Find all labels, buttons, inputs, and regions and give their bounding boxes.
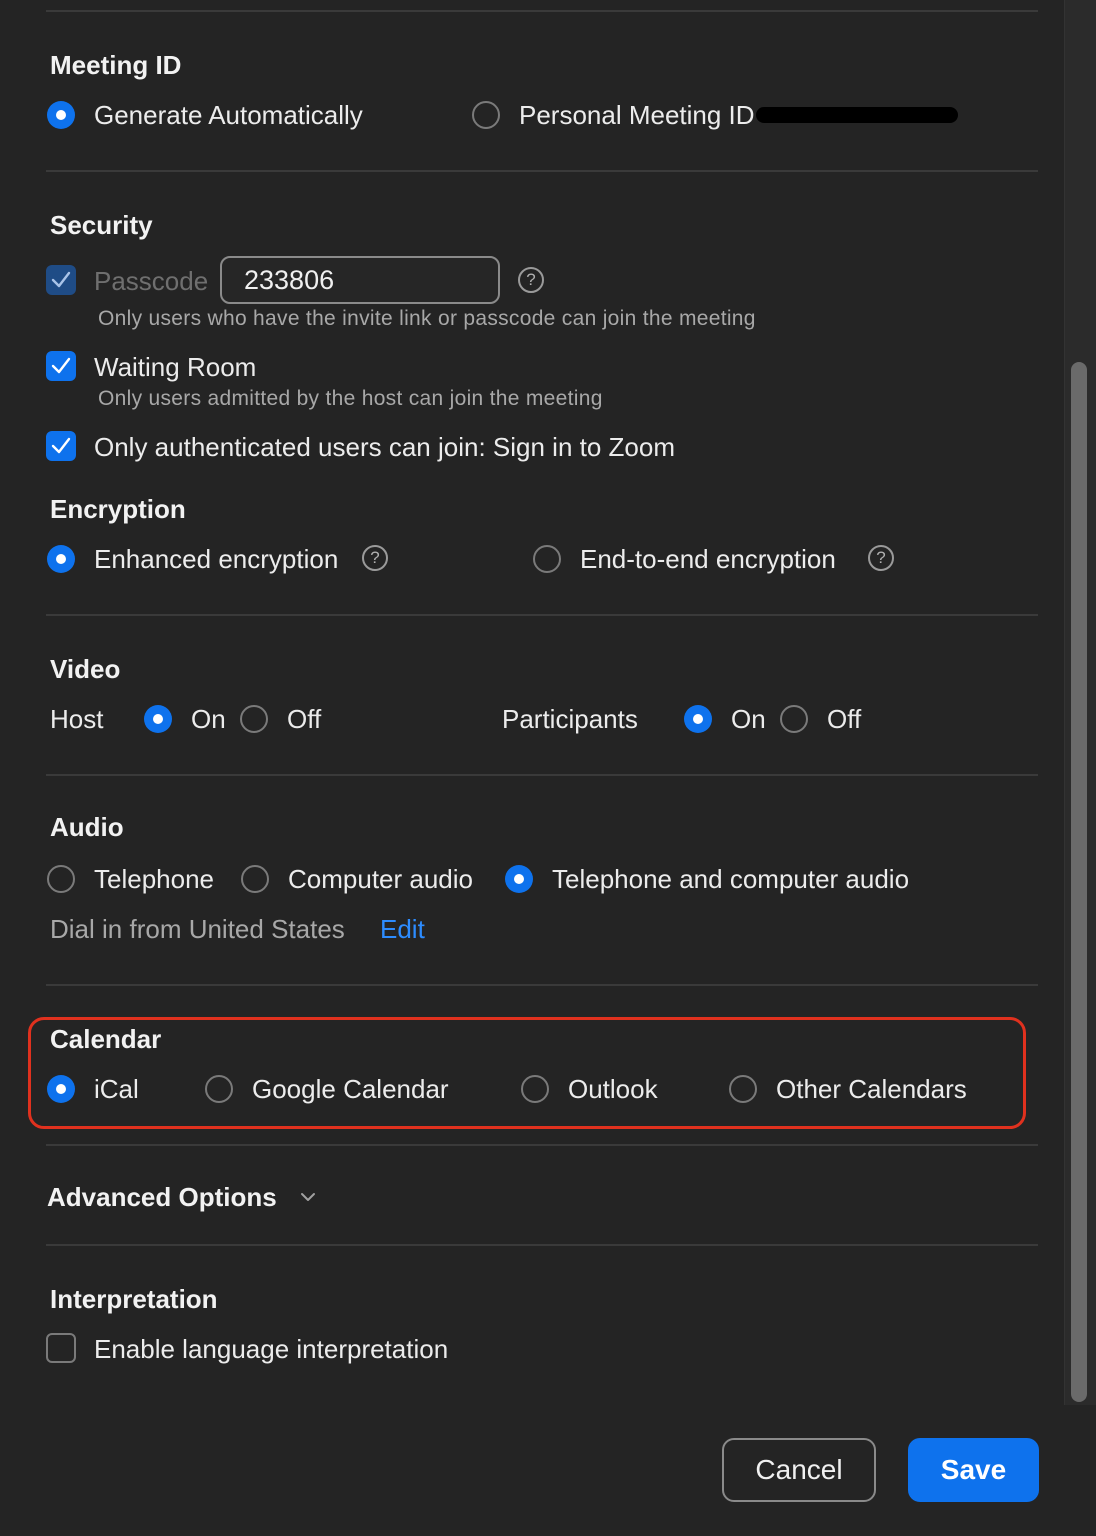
telephone-and-computer-audio-label[interactable]: Telephone and computer audio <box>552 863 909 895</box>
outlook-label[interactable]: Outlook <box>568 1073 658 1105</box>
encryption-title: Encryption <box>50 494 186 524</box>
outlook-radio[interactable] <box>521 1075 549 1103</box>
top-divider <box>46 10 1038 12</box>
host-video-on-label[interactable]: On <box>191 703 226 735</box>
generate-automatically-label[interactable]: Generate Automatically <box>94 99 363 131</box>
host-label: Host <box>50 704 104 734</box>
host-video-off-label[interactable]: Off <box>287 703 321 735</box>
ical-radio[interactable] <box>47 1075 75 1103</box>
interpretation-title: Interpretation <box>50 1284 218 1314</box>
end-to-end-encryption-help-icon[interactable]: ? <box>868 545 894 571</box>
enhanced-encryption-radio[interactable] <box>47 545 75 573</box>
divider-video <box>46 774 1038 776</box>
participants-label: Participants <box>502 704 638 734</box>
passcode-input[interactable] <box>220 256 500 304</box>
passcode-checkbox[interactable] <box>46 265 76 295</box>
checkmark-icon <box>51 357 71 374</box>
participants-video-off-label[interactable]: Off <box>827 703 861 735</box>
passcode-label: Passcode <box>94 266 209 296</box>
ical-label[interactable]: iCal <box>94 1073 139 1105</box>
google-calendar-radio[interactable] <box>205 1075 233 1103</box>
chevron-down-icon[interactable] <box>300 1192 316 1202</box>
enhanced-encryption-label[interactable]: Enhanced encryption <box>94 543 338 575</box>
waiting-room-label[interactable]: Waiting Room <box>94 351 256 383</box>
participants-video-on-label[interactable]: On <box>731 703 766 735</box>
participants-video-on-radio[interactable] <box>684 705 712 733</box>
dial-in-text: Dial in from United States <box>50 914 345 944</box>
telephone-radio[interactable] <box>47 865 75 893</box>
redaction-mark <box>756 107 958 123</box>
waiting-room-description: Only users admitted by the host can join… <box>98 387 603 410</box>
divider-advanced <box>46 1244 1038 1246</box>
personal-meeting-id-radio[interactable] <box>472 101 500 129</box>
personal-meeting-id-label[interactable]: Personal Meeting ID <box>519 99 755 131</box>
other-calendars-radio[interactable] <box>729 1075 757 1103</box>
cancel-button[interactable]: Cancel <box>722 1438 876 1502</box>
end-to-end-encryption-radio[interactable] <box>533 545 561 573</box>
google-calendar-label[interactable]: Google Calendar <box>252 1073 449 1105</box>
end-to-end-encryption-label[interactable]: End-to-end encryption <box>580 543 836 575</box>
telephone-and-computer-audio-radio[interactable] <box>505 865 533 893</box>
authenticated-users-label[interactable]: Only authenticated users can join: Sign … <box>94 431 675 463</box>
host-video-on-radio[interactable] <box>144 705 172 733</box>
save-button[interactable]: Save <box>908 1438 1039 1502</box>
scrollbar-thumb[interactable] <box>1071 362 1087 1402</box>
calendar-title: Calendar <box>50 1024 162 1054</box>
passcode-description: Only users who have the invite link or p… <box>98 307 756 330</box>
enable-interpretation-checkbox[interactable] <box>46 1333 76 1363</box>
dial-in-edit-link[interactable]: Edit <box>380 913 425 945</box>
computer-audio-label[interactable]: Computer audio <box>288 863 473 895</box>
computer-audio-radio[interactable] <box>241 865 269 893</box>
participants-video-off-radio[interactable] <box>780 705 808 733</box>
advanced-options-toggle[interactable]: Advanced Options <box>47 1182 277 1212</box>
meeting-id-title: Meeting ID <box>50 50 182 80</box>
generate-automatically-radio[interactable] <box>47 101 75 129</box>
telephone-label[interactable]: Telephone <box>94 863 214 895</box>
passcode-help-icon[interactable]: ? <box>518 267 544 293</box>
video-title: Video <box>50 654 121 684</box>
enable-interpretation-label[interactable]: Enable language interpretation <box>94 1333 448 1365</box>
checkmark-icon <box>51 437 71 454</box>
security-title: Security <box>50 210 153 240</box>
waiting-room-checkbox[interactable] <box>46 351 76 381</box>
divider-meeting-id <box>46 170 1038 172</box>
divider-calendar <box>46 1144 1038 1146</box>
other-calendars-label[interactable]: Other Calendars <box>776 1073 967 1105</box>
enhanced-encryption-help-icon[interactable]: ? <box>362 545 388 571</box>
divider-security <box>46 614 1038 616</box>
audio-title: Audio <box>50 812 124 842</box>
checkmark-icon <box>51 271 71 288</box>
divider-audio <box>46 984 1038 986</box>
host-video-off-radio[interactable] <box>240 705 268 733</box>
authenticated-users-checkbox[interactable] <box>46 431 76 461</box>
